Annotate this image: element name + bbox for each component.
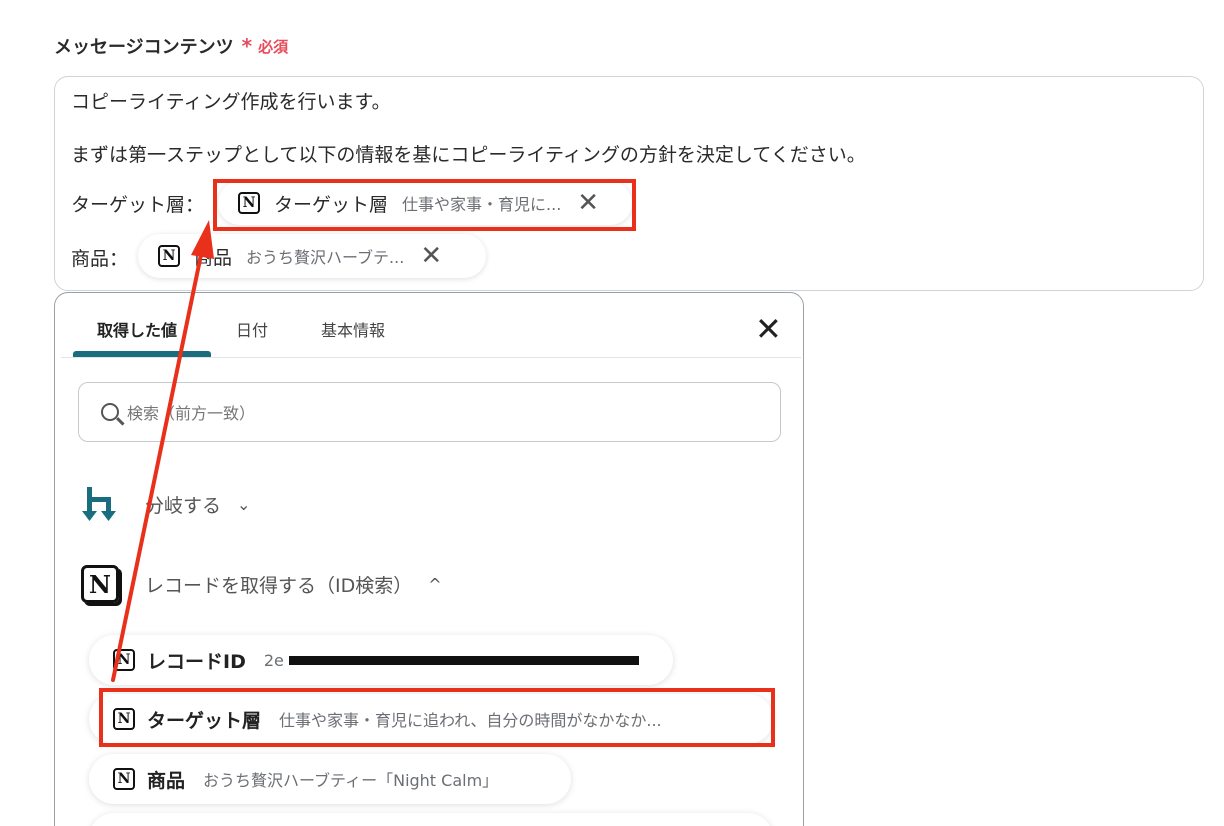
group-branch[interactable]: 分岐する ⌄ xyxy=(81,483,250,525)
close-icon[interactable]: ✕ xyxy=(755,313,782,345)
chip-value: 仕事や家事・育児に... xyxy=(402,195,562,214)
tab-basic-info[interactable]: 基本情報 xyxy=(321,317,385,341)
variable-picker-panel: 取得した値 日付 基本情報 ✕ 検索（前方一致） 分岐する ⌄ N レコードを取… xyxy=(54,292,804,826)
redaction-bar xyxy=(289,656,639,665)
active-tab-indicator xyxy=(73,351,211,357)
list-item-target[interactable]: N ターゲット層 仕事や家事・育児に追われ、自分の時間がなかなか... xyxy=(89,694,773,744)
group-label: レコードを取得する（ID検索） xyxy=(145,574,413,597)
required-star-icon: * xyxy=(241,34,253,58)
search-icon xyxy=(101,403,119,421)
chip-label: 商品 xyxy=(194,246,233,269)
field-label: メッセージコンテンツ * 必須 xyxy=(54,33,288,59)
variable-chip-product[interactable]: N 商品 おうち贅沢ハーブテ... ✕ xyxy=(138,234,486,278)
notion-icon: N xyxy=(113,708,135,730)
group-label: 分岐する xyxy=(145,494,222,517)
search-input[interactable]: 検索（前方一致） xyxy=(78,382,781,442)
notion-icon: N xyxy=(113,649,135,671)
search-placeholder: 検索（前方一致） xyxy=(127,404,256,423)
notion-icon: N xyxy=(113,768,135,790)
tab-date[interactable]: 日付 xyxy=(236,317,268,341)
chip-label: ターゲット層 xyxy=(274,193,389,216)
editor-line-2: まずは第一ステップとして以下の情報を基にコピーライティングの方針を決定してくださ… xyxy=(71,144,866,166)
group-get-record[interactable]: N レコードを取得する（ID検索） ^ xyxy=(81,565,442,603)
close-icon[interactable]: ✕ xyxy=(420,243,442,269)
item-label: ターゲット層 xyxy=(147,709,262,732)
required-badge: 必須 xyxy=(258,37,289,56)
item-label: 商品 xyxy=(147,769,186,792)
notion-icon: N xyxy=(81,565,119,603)
item-value: 仕事や家事・育児に追われ、自分の時間がなかなか... xyxy=(279,711,662,730)
close-icon[interactable]: ✕ xyxy=(577,190,599,216)
item-label: レコードID xyxy=(147,650,246,673)
notion-icon: N xyxy=(238,192,260,214)
chevron-down-icon: ⌄ xyxy=(237,494,251,514)
item-value: 2e xyxy=(263,650,284,670)
field-label-text: メッセージコンテンツ xyxy=(54,37,234,58)
tab-acquired-values[interactable]: 取得した値 xyxy=(97,317,177,341)
variable-chip-target[interactable]: N ターゲット層 仕事や家事・育児に... ✕ xyxy=(218,181,632,225)
editor-line-3-prefix: ターゲット層： xyxy=(71,194,205,216)
branch-icon xyxy=(82,487,116,521)
chip-value: おうち贅沢ハーブテ... xyxy=(246,248,405,267)
tab-bar: 取得した値 日付 基本情報 xyxy=(61,293,801,358)
list-item[interactable]: N xyxy=(89,813,773,826)
notion-icon: N xyxy=(158,245,180,267)
chevron-up-icon: ^ xyxy=(428,574,442,594)
editor-line-1: コピーライティング作成を行います。 xyxy=(71,91,391,113)
item-value: おうち贅沢ハーブティー「Night Calm」 xyxy=(203,771,499,790)
page-root: メッセージコンテンツ * 必須 コピーライティング作成を行います。 まずは第一ス… xyxy=(0,0,1224,826)
list-item-product[interactable]: N 商品 おうち贅沢ハーブティー「Night Calm」 xyxy=(89,754,571,804)
editor-line-4-prefix: 商品： xyxy=(71,248,129,270)
